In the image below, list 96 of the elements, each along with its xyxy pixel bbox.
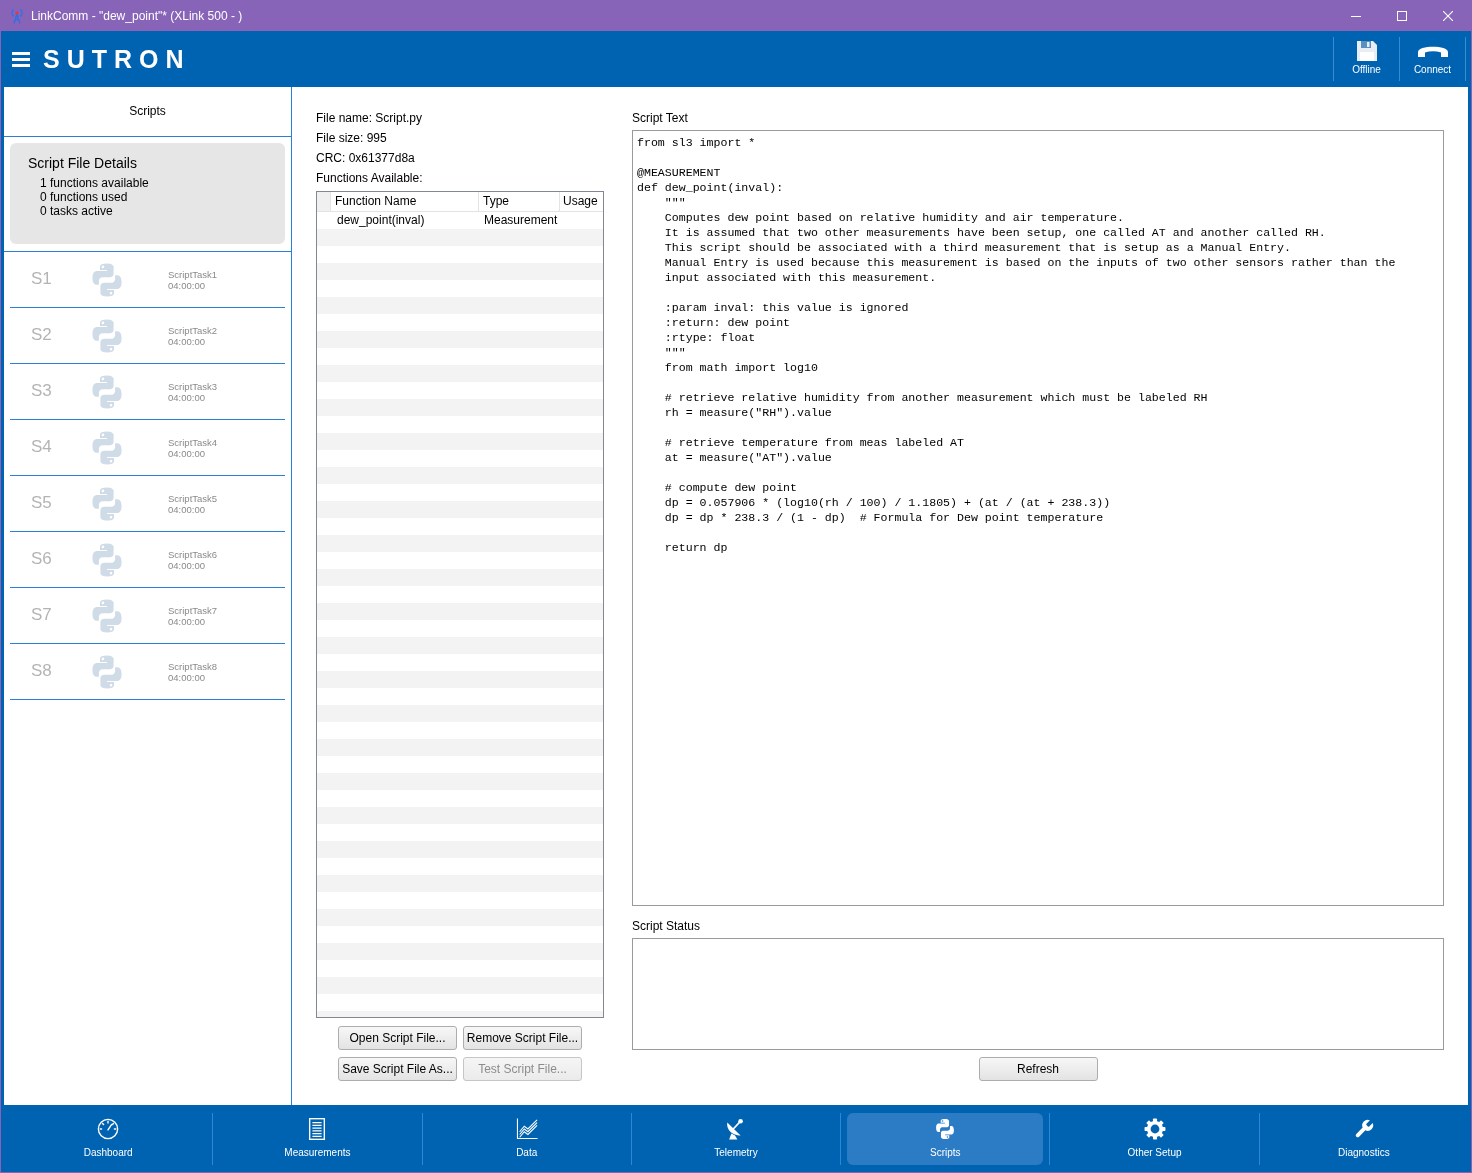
details-heading: Script File Details: [28, 154, 138, 172]
python-icon: [89, 373, 125, 410]
slot-label: S4: [31, 437, 52, 457]
code-line: dp = dp * 238.3 / (1 - dp) # Formula for Dew point temperature: [664, 511, 1104, 524]
python-icon: [89, 317, 125, 354]
code-line: dp = 0.057906 * (log10(rh / 100) / 1.1805) + (at / (at + 238.3)): [664, 496, 1111, 509]
toolbar-button[interactable]: Offline: [1333, 37, 1399, 81]
code-line: This script should be associated with a third measurement that is setup as a Manual Entry.: [664, 241, 1291, 254]
code-line: at = measure("AT").value: [664, 451, 832, 464]
task-time: 04:00:00: [168, 615, 205, 627]
task-time: 04:00:00: [168, 335, 205, 347]
column-header[interactable]: Function Name: [335, 194, 417, 208]
line-chart-icon: [515, 1118, 538, 1140]
section-label: Script Text: [632, 110, 689, 127]
phone-handset-icon: [1416, 44, 1449, 58]
section-label: Script Status: [632, 918, 702, 935]
column-header[interactable]: Usage: [563, 194, 598, 208]
code-line: @MEASUREMENT: [637, 166, 721, 179]
code-line: """: [664, 196, 686, 209]
task-name: ScriptTask2: [168, 324, 218, 336]
task-name: ScriptTask1: [168, 268, 218, 280]
python-icon: [89, 653, 125, 690]
python-icon: [89, 597, 125, 634]
nav-tab[interactable]: Scripts: [847, 1113, 1044, 1165]
file-info-text: File size: 995: [316, 130, 388, 147]
gauge-icon: [97, 1118, 120, 1140]
python-icon: [89, 429, 125, 466]
close-icon: [1443, 11, 1453, 21]
code-line: def dew_point(inval):: [637, 181, 784, 194]
task-time: 04:00:00: [168, 503, 205, 515]
details-text: 0 tasks active: [40, 204, 114, 218]
task-name: ScriptTask7: [168, 604, 218, 616]
section-label: Functions Available:: [316, 170, 424, 187]
slot-label: S5: [31, 493, 52, 513]
code-line: :rtype: float: [664, 331, 756, 344]
task-time: 04:00:00: [168, 559, 205, 571]
task-time: 04:00:00: [168, 447, 205, 459]
refresh-button[interactable]: Refresh: [978, 1057, 1098, 1081]
task-time: 04:00:00: [168, 279, 205, 291]
script-editor[interactable]: [632, 130, 1444, 906]
action-button[interactable]: Save Script File As...: [338, 1057, 457, 1081]
nav-tab[interactable]: Other Setup: [1056, 1113, 1253, 1165]
nav-tab[interactable]: Data: [428, 1113, 625, 1165]
slot-label: S1: [31, 269, 52, 289]
task-name: ScriptTask8: [168, 660, 218, 672]
file-info-text: CRC: 0x61377d8a: [316, 150, 416, 167]
slot-label: S6: [31, 549, 52, 569]
python-icon: [89, 485, 125, 522]
python-icon: [934, 1118, 957, 1140]
code-line: # retrieve relative humidity from another measurement which must be labeled RH: [664, 391, 1208, 404]
code-line: """: [664, 346, 686, 359]
code-line: input associated with this measurement.: [664, 271, 937, 284]
task-name: ScriptTask6: [168, 548, 218, 560]
slot-label: S2: [31, 325, 52, 345]
toolbar-button[interactable]: Connect: [1399, 37, 1465, 81]
nav-tab[interactable]: Measurements: [219, 1113, 416, 1165]
action-button[interactable]: Remove Script File...: [463, 1026, 582, 1050]
minimize-icon: [1351, 15, 1361, 17]
action-button[interactable]: Open Script File...: [338, 1026, 457, 1050]
file-info-text: File name: Script.py: [316, 110, 424, 127]
python-icon: [89, 541, 125, 578]
code-line: :param inval: this value is ignored: [664, 301, 909, 314]
logo: SUTRON: [43, 46, 191, 72]
column-header[interactable]: Type: [483, 194, 509, 208]
slot-label: S7: [31, 605, 52, 625]
code-line: # compute dew point: [664, 481, 798, 494]
code-line: from math import log10: [664, 361, 818, 374]
task-time: 04:00:00: [168, 671, 205, 683]
code-line: # retrieve temperature from meas labeled AT: [664, 436, 964, 449]
table-cell: dew_point(inval): [337, 213, 425, 227]
task-name: ScriptTask5: [168, 492, 218, 504]
nav-tab[interactable]: Telemetry: [637, 1113, 835, 1165]
table-cell: Measurement: [484, 213, 558, 227]
maximize-icon: [1397, 11, 1407, 21]
task-name: ScriptTask4: [168, 436, 218, 448]
window-title: LinkComm - "dew_point"* (XLink 500 - ): [31, 8, 243, 24]
nav-tab[interactable]: Dashboard: [10, 1113, 207, 1165]
code-line: It is assumed that two other measurements have been setup, one called AT and another called RH.: [664, 226, 1326, 239]
task-name: ScriptTask3: [168, 380, 218, 392]
code-line: :return: dew point: [664, 316, 791, 329]
panel-title: Scripts: [129, 104, 166, 119]
code-line: rh = measure("RH").value: [664, 406, 832, 419]
slot-label: S8: [31, 661, 52, 681]
slot-label: S3: [31, 381, 52, 401]
python-icon: [89, 261, 125, 298]
menu-icon[interactable]: [12, 51, 30, 67]
code-line: Computes dew point based on relative humidity and air temperature.: [664, 211, 1124, 224]
code-line: return dp: [664, 541, 728, 554]
nav-tab[interactable]: Diagnostics: [1265, 1113, 1462, 1165]
code-line: Manual Entry is used because this measurement is based on the inputs of two other sensors rather than the: [664, 256, 1396, 269]
code-line: from sl3 import *: [637, 136, 756, 149]
details-text: 0 functions used: [40, 190, 129, 204]
gear-icon: [1143, 1118, 1166, 1140]
task-time: 04:00:00: [168, 391, 205, 403]
antenna-icon: [9, 8, 25, 24]
details-text: 1 functions available: [40, 176, 150, 190]
